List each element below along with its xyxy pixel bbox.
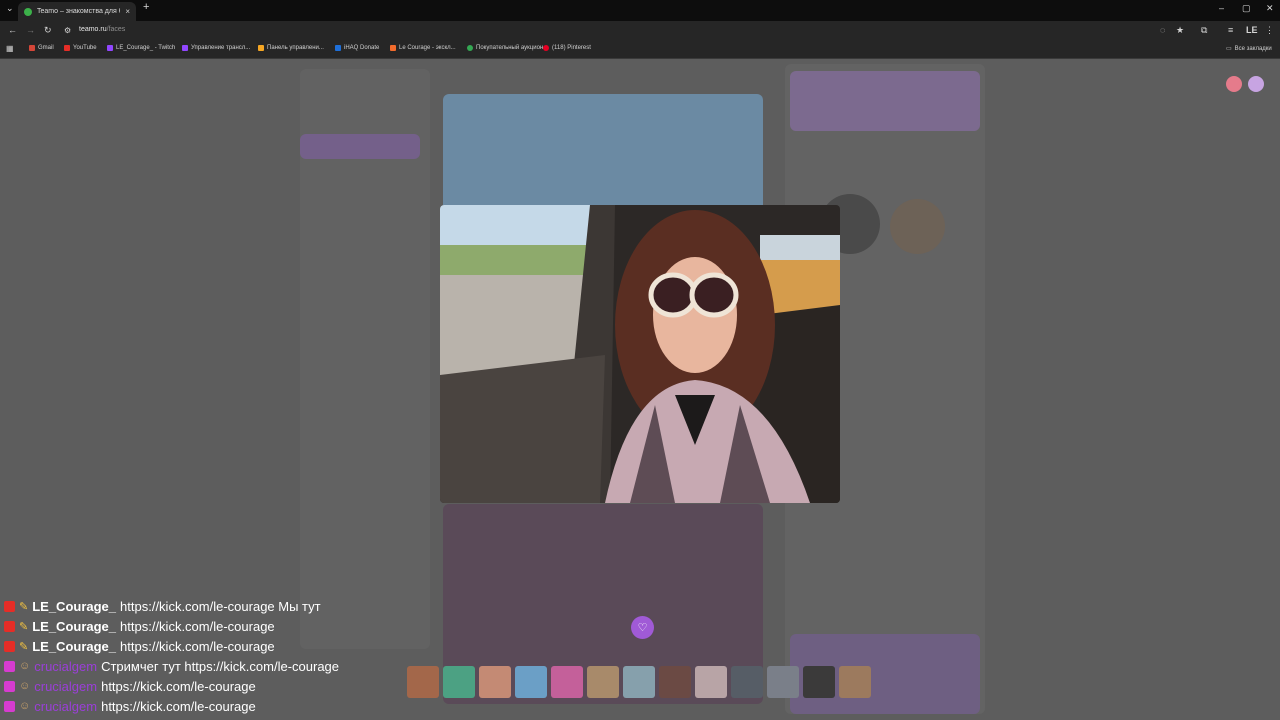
thumbnail[interactable]	[839, 666, 871, 698]
chat-message: ☺ crucialgem Стримчег тут https://kick.c…	[4, 656, 424, 676]
bookmark-pinterest[interactable]: (118) Pinterest	[543, 45, 591, 51]
bookmark-youtube[interactable]: YouTube	[64, 45, 97, 51]
tab-search-icon[interactable]: ⌄	[6, 3, 14, 14]
reload-icon[interactable]: ↻	[44, 25, 52, 36]
url-path: /faces	[106, 26, 126, 33]
bookmark-star-icon[interactable]: ★	[1176, 25, 1184, 36]
profile-button[interactable]: LE	[1246, 25, 1258, 35]
chat-username: crucialgem	[34, 698, 98, 714]
site-info-icon[interactable]: ⚙	[64, 26, 71, 35]
bookmark-gmail[interactable]: Gmail	[29, 45, 54, 51]
chat-username: crucialgem	[34, 658, 98, 674]
notification-bell-icon[interactable]	[1226, 76, 1242, 92]
boosty-icon	[390, 45, 396, 51]
chat-text: https://kick.com/le-courage	[120, 638, 275, 654]
tab-bar: ⌄ Teamo – знакомства для брака × + – ▢ ✕	[0, 0, 1280, 21]
bookmark-dashboard[interactable]: Панель управлени...	[258, 45, 324, 51]
tab-close-button[interactable]: ×	[125, 7, 130, 16]
chat-username: LE_Courage_	[32, 638, 117, 654]
thumbnail[interactable]	[731, 666, 763, 698]
folder-icon: ▭	[1226, 46, 1232, 52]
bookmark-ihaq[interactable]: iHAQ Donate	[335, 45, 379, 51]
back-icon[interactable]: ←	[8, 25, 17, 35]
chat-message: ☺ crucialgem https://kick.com/le-courage	[4, 696, 424, 716]
thumbnail[interactable]	[803, 666, 835, 698]
address-bar[interactable]: teamo.ru/faces	[79, 26, 125, 33]
thumbnail[interactable]	[479, 666, 511, 698]
user-avatar[interactable]	[1248, 76, 1264, 92]
bookmark-twitch-manage[interactable]: Управление трансл...	[182, 45, 250, 51]
maximize-button[interactable]: ▢	[1242, 3, 1251, 14]
thumbnail[interactable]	[767, 666, 799, 698]
menu-icon[interactable]: ⋮	[1265, 25, 1274, 36]
avatar-badge-icon: ☺	[19, 680, 31, 692]
all-bookmarks[interactable]: ▭ Все закладки	[1226, 45, 1272, 53]
avatar-badge-icon: ☺	[19, 660, 31, 672]
youtube-badge-icon	[4, 600, 15, 612]
bookmark-auction[interactable]: Покупательный аукцион	[467, 45, 543, 51]
chat-message: ✎ LE_Courage_ https://kick.com/le-courag…	[4, 596, 424, 616]
apps-grid-icon[interactable]: ▦	[6, 44, 14, 53]
youtube-badge-icon	[4, 640, 15, 652]
media-icon[interactable]: ≡	[1228, 25, 1233, 35]
avatar-badge-icon: ☺	[19, 700, 31, 712]
blurred-menu-item	[300, 134, 420, 159]
chat-text: https://kick.com/le-courage	[101, 678, 256, 694]
teamo-favicon-icon	[24, 7, 32, 16]
tab-title: Teamo – знакомства для брака	[37, 8, 120, 15]
chat-message: ☺ crucialgem https://kick.com/le-courage	[4, 676, 424, 696]
heart-badge-icon	[4, 660, 15, 672]
heart-icon: ♡	[637, 622, 648, 634]
car-selfie-image	[440, 205, 840, 503]
twitch-icon	[182, 45, 188, 51]
url-host: teamo.ru	[79, 26, 107, 33]
bookmark-le-courage[interactable]: Le Courage - экскл...	[390, 45, 456, 51]
twitch-icon	[107, 45, 113, 51]
blurred-avatar-2	[890, 199, 945, 254]
thumbnail[interactable]	[443, 666, 475, 698]
thumbnail[interactable]	[695, 666, 727, 698]
heart-badge-icon	[4, 700, 15, 712]
thumbnail[interactable]	[515, 666, 547, 698]
chat-username: LE_Courage_	[32, 618, 117, 634]
new-tab-button[interactable]: +	[143, 1, 149, 13]
active-tab[interactable]: Teamo – знакомства для брака ×	[18, 2, 136, 21]
chat-text: Стримчег тут https://kick.com/le-courage	[101, 658, 340, 674]
extensions-icon[interactable]: ⧉	[1201, 25, 1207, 36]
close-window-button[interactable]: ✕	[1266, 3, 1274, 14]
thumbnail[interactable]	[551, 666, 583, 698]
pencil-badge-icon: ✎	[19, 600, 29, 613]
ihaq-icon	[335, 45, 341, 51]
chat-text: https://kick.com/le-courage Мы тут	[120, 598, 321, 614]
gmail-icon	[29, 45, 35, 51]
bookmark-twitch[interactable]: LE_Courage_ - Twitch	[107, 45, 175, 51]
chat-username: crucialgem	[34, 678, 98, 694]
chat-message: ✎ LE_Courage_ https://kick.com/le-courag…	[4, 616, 424, 636]
chat-username: LE_Courage_	[32, 598, 117, 614]
stream-chat-overlay: ✎ LE_Courage_ https://kick.com/le-courag…	[4, 596, 424, 716]
minimize-button[interactable]: –	[1219, 3, 1224, 13]
thumbnail[interactable]	[659, 666, 691, 698]
pinterest-icon	[543, 45, 549, 51]
chat-text: https://kick.com/le-courage	[120, 618, 275, 634]
chat-message: ✎ LE_Courage_ https://kick.com/le-courag…	[4, 636, 424, 656]
chat-text: https://kick.com/le-courage	[101, 698, 256, 714]
thumbnail[interactable]	[623, 666, 655, 698]
navigation-bar: ← → ↻ ⚙ teamo.ru/faces ◌ ★ ⧉ ≡ LE ⋮	[0, 21, 1280, 41]
chrome-icon	[467, 45, 473, 51]
forward-icon[interactable]: →	[26, 25, 35, 35]
thumbnail[interactable]	[587, 666, 619, 698]
photo-thumbnail-strip	[407, 666, 871, 698]
pencil-badge-icon: ✎	[19, 640, 29, 653]
heart-badge-icon	[4, 680, 15, 692]
eye-off-icon[interactable]: ◌	[1160, 25, 1165, 35]
blurred-banner	[790, 71, 980, 131]
bookmarks-bar: ▦ Gmail YouTube LE_Courage_ - Twitch Упр…	[0, 41, 1280, 59]
pencil-badge-icon: ✎	[19, 620, 29, 633]
dashboard-icon	[258, 45, 264, 51]
youtube-badge-icon	[4, 620, 15, 632]
profile-photo[interactable]	[440, 205, 840, 503]
like-button[interactable]: ♡	[631, 616, 654, 639]
youtube-icon	[64, 45, 70, 51]
